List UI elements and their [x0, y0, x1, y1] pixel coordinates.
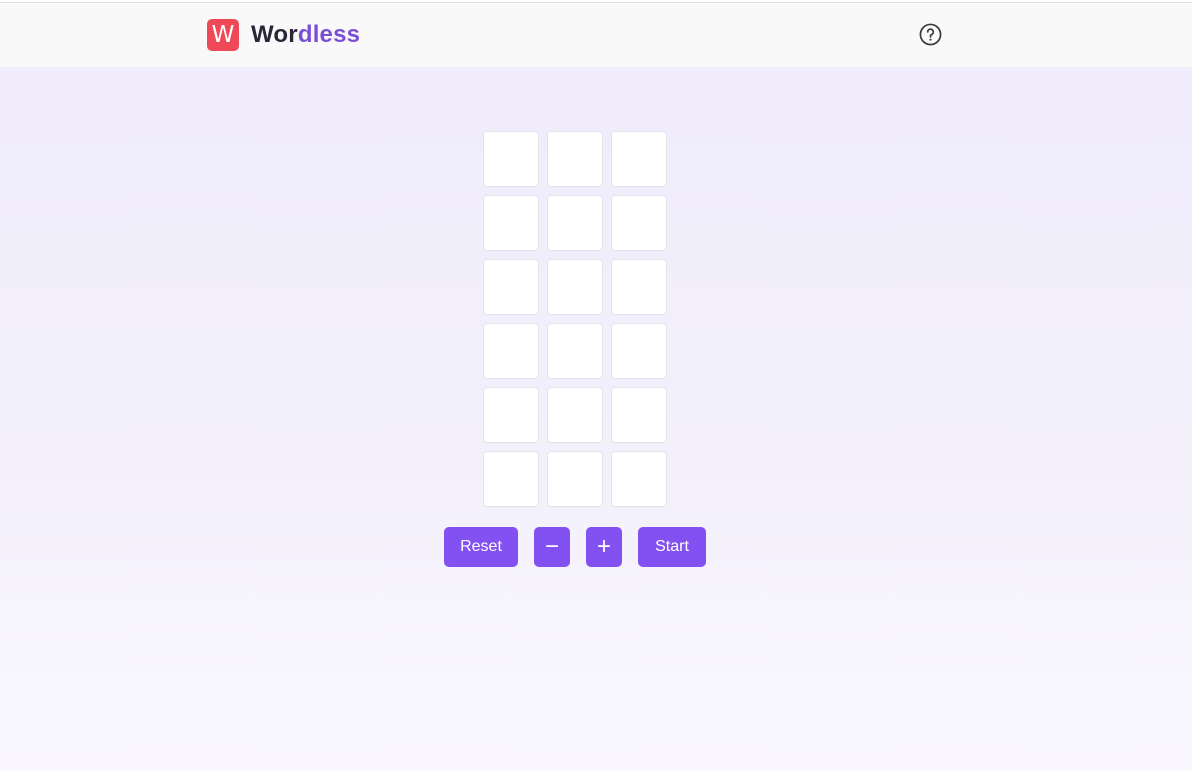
letter-tile[interactable] — [547, 131, 603, 187]
app-title: Wor dless — [251, 20, 360, 50]
letter-tile[interactable] — [547, 451, 603, 507]
logo: W — [207, 19, 239, 51]
letter-tile[interactable] — [547, 195, 603, 251]
letter-tile[interactable] — [483, 451, 539, 507]
letter-tile[interactable] — [483, 131, 539, 187]
letter-tile[interactable] — [611, 387, 667, 443]
app-header: W Wor dless — [0, 3, 1192, 67]
letter-tile[interactable] — [547, 323, 603, 379]
letter-tile[interactable] — [483, 387, 539, 443]
app-title-part2: dless — [297, 21, 361, 48]
game-controls: Reset − + Start — [444, 527, 706, 567]
letter-grid — [483, 131, 667, 507]
decrease-button[interactable]: − — [534, 527, 570, 567]
letter-tile[interactable] — [547, 259, 603, 315]
letter-tile[interactable] — [483, 259, 539, 315]
question-circle-icon — [919, 23, 942, 46]
letter-tile[interactable] — [483, 323, 539, 379]
start-button[interactable]: Start — [638, 527, 706, 567]
help-button[interactable] — [919, 23, 942, 46]
letter-tile[interactable] — [611, 259, 667, 315]
reset-button[interactable]: Reset — [444, 527, 518, 567]
letter-tile[interactable] — [611, 323, 667, 379]
logo-letter: W — [211, 21, 235, 48]
letter-tile[interactable] — [611, 195, 667, 251]
letter-tile[interactable] — [547, 387, 603, 443]
letter-tile[interactable] — [483, 195, 539, 251]
letter-tile[interactable] — [611, 131, 667, 187]
app-title-part1: Wor — [251, 21, 298, 48]
letter-tile[interactable] — [611, 451, 667, 507]
increase-button[interactable]: + — [586, 527, 622, 567]
